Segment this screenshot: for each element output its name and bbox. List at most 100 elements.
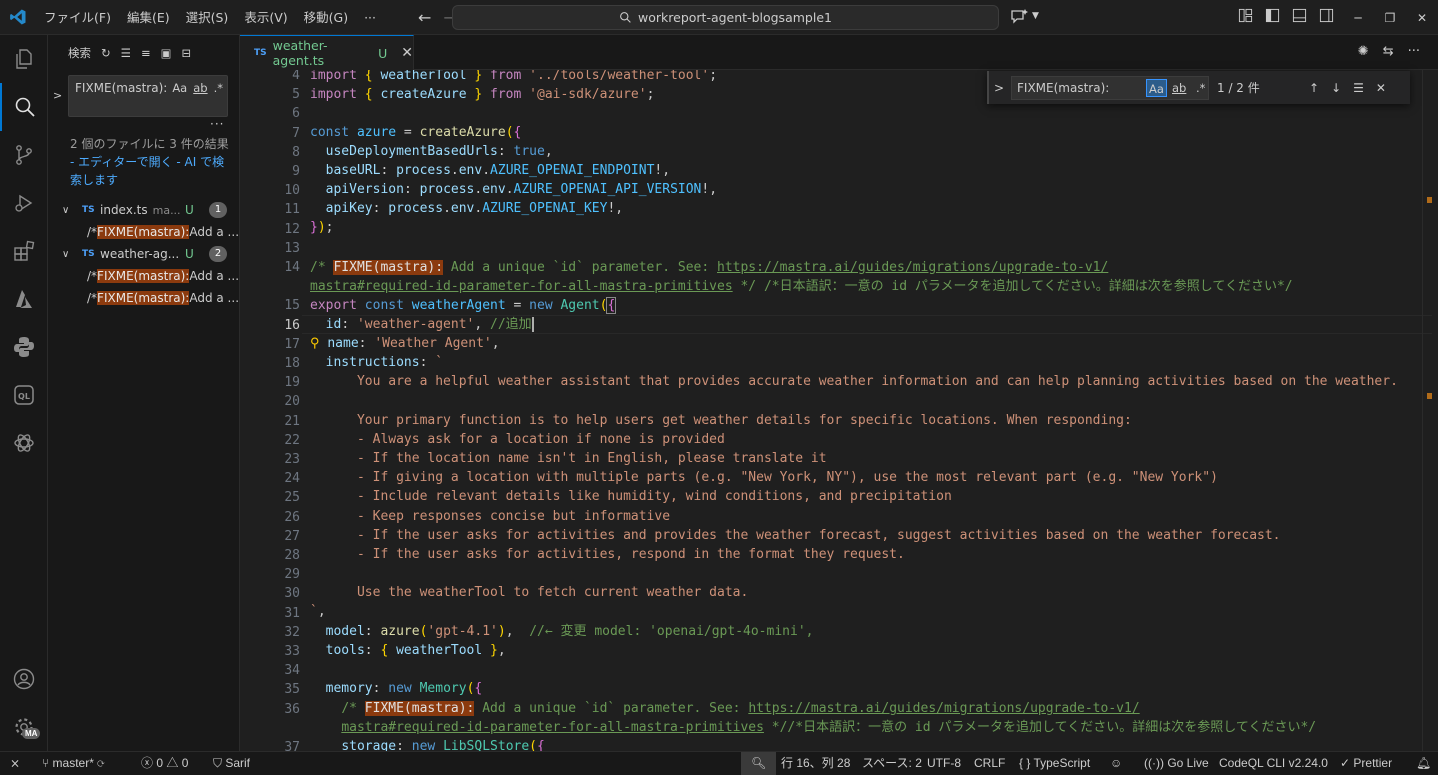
sarif-indicator[interactable]: ⛉ Sarif xyxy=(213,752,250,775)
open-in-editor-link[interactable]: - エディターで開く - AI で検索します xyxy=(70,153,235,189)
go-live-button[interactable]: ((·)) Go Live xyxy=(1144,752,1209,775)
compare-changes-icon[interactable]: ⇆ xyxy=(1383,44,1394,59)
copilot-chat-button[interactable]: ▼ xyxy=(1010,8,1039,24)
azure-icon[interactable] xyxy=(0,275,48,323)
line-number: 9 xyxy=(292,164,300,179)
code-line: Use the weatherTool to fetch current wea… xyxy=(310,585,749,600)
line-number: 21 xyxy=(284,413,300,429)
menu-go[interactable]: 移動(G) xyxy=(296,0,356,35)
result-count-text: 2 個のファイルに 3 件の結果 xyxy=(70,137,229,151)
run-debug-icon[interactable] xyxy=(0,179,48,227)
editor-tab-bar: TS weather-agent.ts U ✕ ✺ ⇆ ··· xyxy=(240,35,1438,70)
python-icon[interactable] xyxy=(0,323,48,371)
toggle-panel-icon[interactable] xyxy=(1292,8,1307,23)
menu-view[interactable]: 表示(V) xyxy=(236,0,295,35)
line-number: 26 xyxy=(284,509,300,525)
match-prefix: /* xyxy=(87,269,98,283)
command-center-search[interactable]: workreport-agent-blogsample1 xyxy=(452,5,999,30)
code-editor[interactable]: 4 5 6 7 8 9 10 11 12 13 14 15 16 17 18 19 20 21 22 23 24 25 26… xyxy=(240,70,1438,751)
clear-results-icon[interactable]: ☰ xyxy=(121,46,131,60)
zoom-icon[interactable]: 🔍︎ xyxy=(741,752,777,775)
restore-icon[interactable]: ❐ xyxy=(1374,11,1406,25)
result-match-row[interactable]: /* FIXME(mastra): Add a ... xyxy=(48,221,240,243)
tab-close-icon[interactable]: ✕ xyxy=(401,45,413,61)
toggle-replace-chevron-icon[interactable]: > xyxy=(53,89,62,102)
close-find-icon[interactable]: ✕ xyxy=(1376,81,1386,95)
result-match-row[interactable]: /* FIXME(mastra): Add a ... xyxy=(48,287,240,309)
result-match-row[interactable]: /* FIXME(mastra): Add a ... xyxy=(48,265,240,287)
use-regex-toggle[interactable]: .* xyxy=(1194,79,1207,97)
new-search-editor-icon[interactable]: ▣ xyxy=(161,46,172,60)
menu-more[interactable]: ··· xyxy=(356,0,384,35)
close-icon[interactable]: ✕ xyxy=(1406,11,1438,25)
go-live-label: Go Live xyxy=(1167,756,1209,770)
editor-scrollbar[interactable] xyxy=(1422,70,1423,751)
openai-icon[interactable] xyxy=(0,419,48,467)
codeql-icon[interactable]: QL xyxy=(0,371,48,419)
copilot-status-icon[interactable]: ☺ xyxy=(1110,752,1122,775)
code-line: Your primary function is to help users g… xyxy=(310,413,1132,428)
chevron-down-icon[interactable]: ∨ xyxy=(62,205,74,216)
menu-edit[interactable]: 編集(E) xyxy=(119,0,178,35)
match-whole-word-toggle[interactable]: ab xyxy=(1170,79,1188,97)
tab-git-status: U xyxy=(378,45,388,61)
toggle-secondary-sidebar-icon[interactable] xyxy=(1319,8,1334,23)
tab-weather-agent[interactable]: TS weather-agent.ts U ✕ xyxy=(240,35,414,70)
toggle-replace-icon[interactable]: > xyxy=(989,81,1009,95)
cursor-position[interactable]: 行 16、列 28 xyxy=(781,752,850,775)
match-marker xyxy=(1427,197,1432,203)
branch-indicator[interactable]: ⑂ master* ⟳ xyxy=(42,752,104,775)
codeql-version[interactable]: CodeQL CLI v2.24.0 xyxy=(1219,752,1328,775)
search-results-tree: ∨ TS index.ts ma... U 1 /* FIXME(mastra)… xyxy=(48,199,240,309)
line-ending[interactable]: CRLF xyxy=(974,752,1005,775)
next-match-arrow-icon[interactable]: ↓ xyxy=(1331,81,1341,95)
menu-file[interactable]: ファイル(F) xyxy=(36,0,119,35)
layout-customize-icon[interactable] xyxy=(1238,8,1253,23)
code-line: - Include relevant details like humidity… xyxy=(310,489,952,504)
language-mode[interactable]: { } TypeScript xyxy=(1019,752,1090,775)
more-actions-icon[interactable]: ··· xyxy=(1408,44,1420,59)
indentation[interactable]: スペース: 2 xyxy=(862,752,922,775)
search-input[interactable]: FIXME(mastra): Aa ab .* xyxy=(68,75,228,117)
line-number: 24 xyxy=(284,471,300,487)
toggle-primary-sidebar-icon[interactable] xyxy=(1265,8,1280,23)
search-activity-icon[interactable] xyxy=(0,83,48,131)
source-control-icon[interactable] xyxy=(0,131,48,179)
menu-selection[interactable]: 選択(S) xyxy=(178,0,237,35)
explorer-icon[interactable] xyxy=(0,35,48,83)
line-number: 33 xyxy=(284,644,300,659)
line-number: 11 xyxy=(284,202,300,218)
line-number xyxy=(240,277,300,296)
match-whole-word-toggle[interactable]: ab xyxy=(193,80,207,96)
chat-sparkle-icon xyxy=(1011,9,1028,24)
prettier-indicator[interactable]: ✓ Prettier xyxy=(1340,752,1392,775)
manage-gear-icon[interactable] xyxy=(0,703,48,751)
previous-match-arrow-icon[interactable]: ↑ xyxy=(1309,81,1319,95)
chevron-down-icon[interactable]: ∨ xyxy=(62,249,74,260)
extensions-icon[interactable] xyxy=(0,227,48,275)
code-line: - Keep responses concise but informative xyxy=(310,509,671,524)
match-case-toggle[interactable]: Aa xyxy=(1146,78,1167,97)
line-number: 19 xyxy=(284,375,300,391)
search-details-toggle[interactable]: ··· xyxy=(210,117,224,131)
use-regex-toggle[interactable]: .* xyxy=(214,80,223,96)
result-file-row[interactable]: ∨ TS weather-ag... U 2 xyxy=(48,243,240,265)
notifications-bell-icon[interactable]: 🔔︎ xyxy=(1416,752,1431,775)
problems-indicator[interactable]: ⓧ 0 △ 0 xyxy=(141,752,188,775)
find-input[interactable]: FIXME(mastra): Aa ab .* xyxy=(1011,75,1209,100)
remote-icon[interactable]: ⨯ xyxy=(10,752,20,775)
match-highlight: FIXME(mastra): xyxy=(97,225,190,239)
lightbulb-icon[interactable]: ⚲ xyxy=(310,336,320,351)
minimize-icon[interactable]: ─ xyxy=(1342,11,1374,25)
code-line: mastra#required-id-parameter-for-all-mas… xyxy=(310,279,1293,294)
result-file-row[interactable]: ∨ TS index.ts ma... U 1 xyxy=(48,199,240,221)
match-case-toggle[interactable]: Aa xyxy=(172,80,187,96)
account-icon[interactable] xyxy=(0,655,48,703)
refresh-icon[interactable]: ↻ xyxy=(101,46,111,60)
find-in-selection-icon[interactable]: ☰ xyxy=(1353,81,1364,95)
copilot-icon[interactable]: ✺ xyxy=(1358,44,1369,59)
encoding[interactable]: UTF-8 xyxy=(927,752,961,775)
back-arrow-icon[interactable]: ← xyxy=(418,8,431,27)
collapse-all-icon[interactable]: ≡ xyxy=(141,46,151,60)
view-as-tree-icon[interactable]: ⊟ xyxy=(181,46,191,60)
